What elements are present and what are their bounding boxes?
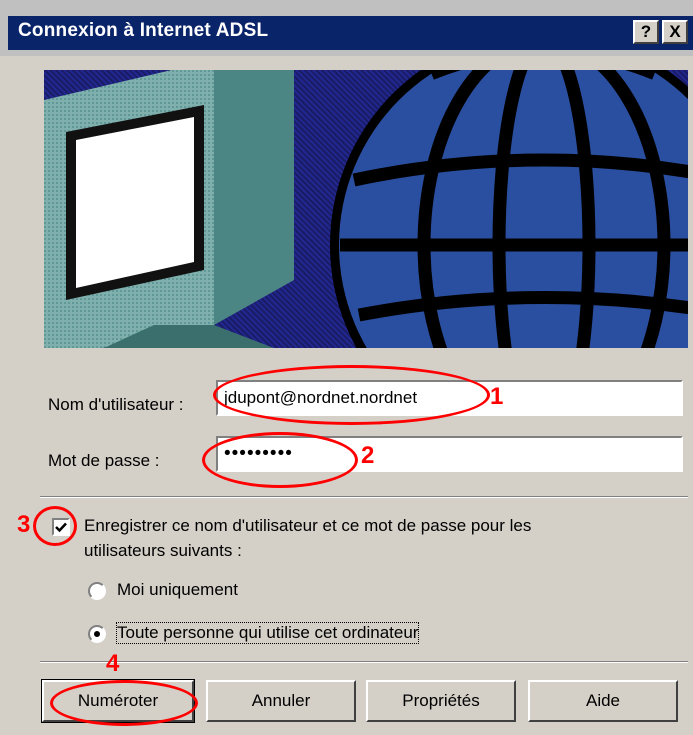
close-icon[interactable]: X bbox=[662, 20, 688, 44]
annotation-number-3: 3 bbox=[17, 511, 31, 538]
annotation-number-2: 2 bbox=[361, 442, 375, 469]
password-value: ••••••••• bbox=[224, 443, 293, 464]
radio-me-only-label: Moi uniquement bbox=[117, 580, 238, 599]
username-label: Nom d'utilisateur : bbox=[48, 395, 184, 414]
separator-top bbox=[40, 496, 688, 498]
annotation-number-4: 4 bbox=[106, 650, 120, 677]
globe-icon bbox=[330, 70, 688, 348]
save-credentials-label-line2: utilisateurs suivants : bbox=[84, 541, 242, 560]
properties-button[interactable]: Propriétés bbox=[366, 680, 516, 722]
title-bar[interactable]: Connexion à Internet ADSL ? X bbox=[0, 0, 693, 56]
window-title: Connexion à Internet ADSL bbox=[18, 20, 269, 41]
help-icon[interactable]: ? bbox=[633, 20, 659, 44]
password-label: Mot de passe : bbox=[48, 451, 160, 470]
checkmark-icon bbox=[55, 522, 67, 533]
computer-monitor-icon bbox=[44, 70, 294, 348]
radio-selected-dot bbox=[94, 631, 100, 637]
username-value: jdupont@nordnet.nordnet bbox=[224, 388, 418, 407]
annotation-number-1: 1 bbox=[490, 383, 504, 410]
cancel-button[interactable]: Annuler bbox=[206, 680, 356, 722]
save-credentials-label-line1: Enregistrer ce nom d'utilisateur et ce m… bbox=[84, 516, 532, 535]
radio-anyone-label: Toute personne qui utilise cet ordinateu… bbox=[115, 622, 420, 644]
separator-bottom bbox=[40, 661, 688, 663]
dial-button[interactable]: Numéroter bbox=[41, 679, 195, 723]
radio-anyone[interactable] bbox=[88, 625, 106, 643]
save-credentials-checkbox[interactable] bbox=[52, 518, 70, 536]
banner-illustration bbox=[44, 70, 688, 348]
username-input[interactable]: jdupont@nordnet.nordnet bbox=[216, 380, 683, 416]
banner-image bbox=[44, 70, 688, 348]
help-button[interactable]: Aide bbox=[528, 680, 678, 722]
dialog-window: Connexion à Internet ADSL ? X Nom d'util… bbox=[0, 0, 693, 735]
password-input[interactable]: ••••••••• bbox=[216, 436, 683, 472]
radio-me-only[interactable] bbox=[88, 582, 106, 600]
